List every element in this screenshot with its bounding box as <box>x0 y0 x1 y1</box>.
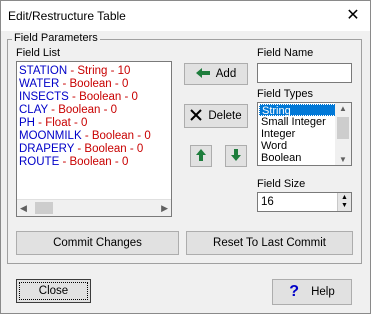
x-icon <box>190 108 203 124</box>
field-list[interactable]: STATION - String - 10 WATER - Boolean - 0… <box>16 61 172 217</box>
field-sep: - <box>74 143 85 155</box>
field-sep: - <box>34 117 46 129</box>
field-type: Boolean <box>91 130 135 142</box>
help-button[interactable]: ? Help <box>272 279 352 305</box>
field-size: 0 <box>121 78 129 90</box>
field-list-item[interactable]: DRAPERY - Boolean - 0 <box>19 143 171 156</box>
field-type-option[interactable]: Boolean <box>259 152 336 164</box>
field-list-item[interactable]: MOONMILK - Boolean - 0 <box>19 130 171 143</box>
field-type-option[interactable]: Small Integer <box>259 116 336 128</box>
scroll-down-icon[interactable]: ▼ <box>339 155 347 164</box>
field-types-list[interactable]: String Small Integer Integer Word Boolean ▲ … <box>257 102 352 166</box>
field-sep: - <box>59 156 70 168</box>
field-list-item[interactable]: PH - Float - 0 <box>19 117 171 130</box>
field-type: Boolean <box>79 91 122 103</box>
field-sep: - <box>121 91 132 103</box>
arrow-up-icon <box>196 148 206 164</box>
arrow-down-icon <box>231 148 241 164</box>
spin-up-icon[interactable]: ▲ <box>341 194 348 201</box>
field-sep: - <box>67 65 78 77</box>
scroll-thumb[interactable] <box>337 117 349 139</box>
help-label: Help <box>311 286 335 298</box>
field-list-item[interactable]: ROUTE - Boolean - 0 <box>19 156 171 169</box>
field-list-label: Field List <box>16 47 61 59</box>
group-label: Field Parameters <box>12 32 100 44</box>
field-type: Float <box>45 117 71 129</box>
field-list-item[interactable]: STATION - String - 10 <box>19 65 171 78</box>
reset-to-last-commit-button[interactable]: Reset To Last Commit <box>186 231 353 255</box>
field-size-label: Field Size <box>257 178 306 190</box>
field-name: CLAY <box>19 104 48 116</box>
field-type: Boolean <box>69 78 112 90</box>
title-bar: Edit/Restructure Table ✕ <box>1 1 370 31</box>
field-size: 0 <box>121 156 129 168</box>
field-list-item[interactable]: CLAY - Boolean - 0 <box>19 104 171 117</box>
commit-label: Commit Changes <box>53 237 142 249</box>
field-name-input[interactable] <box>257 63 352 83</box>
field-size: 0 <box>136 143 144 155</box>
move-down-button[interactable] <box>225 145 247 167</box>
field-type-option[interactable]: Word <box>259 140 336 152</box>
close-icon[interactable]: ✕ <box>342 5 364 27</box>
scroll-right-icon[interactable]: ▶ <box>161 203 168 214</box>
field-name: WATER <box>19 78 60 90</box>
field-types-label: Field Types <box>257 88 314 100</box>
scroll-up-icon[interactable]: ▲ <box>339 104 347 113</box>
field-name: STATION <box>19 65 68 77</box>
add-label: Add <box>215 68 237 80</box>
field-list-item[interactable]: WATER - Boolean - 0 <box>19 78 171 91</box>
field-sep: - <box>81 130 92 142</box>
field-sep: - <box>111 156 122 168</box>
field-name: MOONMILK <box>19 130 82 142</box>
scroll-left-icon[interactable]: ◀ <box>20 203 27 214</box>
field-type-option[interactable]: Integer <box>259 128 336 140</box>
field-size: 0 <box>81 117 88 129</box>
field-sep: - <box>107 65 118 77</box>
field-sep: - <box>111 78 122 90</box>
field-name: DRAPERY <box>19 143 75 155</box>
close-button[interactable]: Close <box>16 279 91 303</box>
field-sep: - <box>59 78 70 90</box>
scroll-thumb[interactable] <box>35 202 53 214</box>
question-icon: ? <box>289 283 300 300</box>
field-sep: - <box>47 104 59 116</box>
field-name: ROUTE <box>19 156 60 168</box>
field-type: Boolean <box>84 143 127 155</box>
commit-changes-button[interactable]: Commit Changes <box>16 231 179 255</box>
field-type-option[interactable]: String <box>259 104 336 117</box>
field-size: 10 <box>117 65 131 77</box>
field-type: String <box>77 65 108 77</box>
close-label: Close <box>38 285 69 297</box>
field-sep: - <box>70 117 82 129</box>
field-name: PH <box>19 117 35 129</box>
field-type: Boolean <box>58 104 101 116</box>
arrow-left-icon <box>195 67 210 81</box>
field-size-spinner[interactable]: ▲ ▼ <box>337 193 351 211</box>
field-name-label: Field Name <box>257 47 314 59</box>
field-size: 0 <box>110 104 118 116</box>
field-sep: - <box>134 130 145 142</box>
move-up-button[interactable] <box>190 145 212 167</box>
field-size: 0 <box>131 91 138 103</box>
field-types-vscrollbar[interactable]: ▲ ▼ <box>335 103 351 165</box>
field-name: INSECTS <box>19 91 69 103</box>
delete-label: Delete <box>208 110 242 122</box>
window-title: Edit/Restructure Table <box>8 9 126 23</box>
field-sep: - <box>126 143 137 155</box>
field-sep: - <box>68 91 80 103</box>
add-button[interactable]: Add <box>184 63 248 85</box>
field-sep: - <box>100 104 111 116</box>
reset-label: Reset To Last Commit <box>213 237 326 249</box>
field-type: Boolean <box>69 156 112 168</box>
spin-down-icon[interactable]: ▼ <box>341 202 348 209</box>
close-focus-ring: Close <box>19 282 88 300</box>
field-list-hscrollbar[interactable]: ◀ ▶ <box>17 199 171 216</box>
delete-button[interactable]: Delete <box>184 104 248 128</box>
field-list-item[interactable]: INSECTS - Boolean - 0 <box>19 91 171 104</box>
field-size: 0 <box>144 130 151 142</box>
